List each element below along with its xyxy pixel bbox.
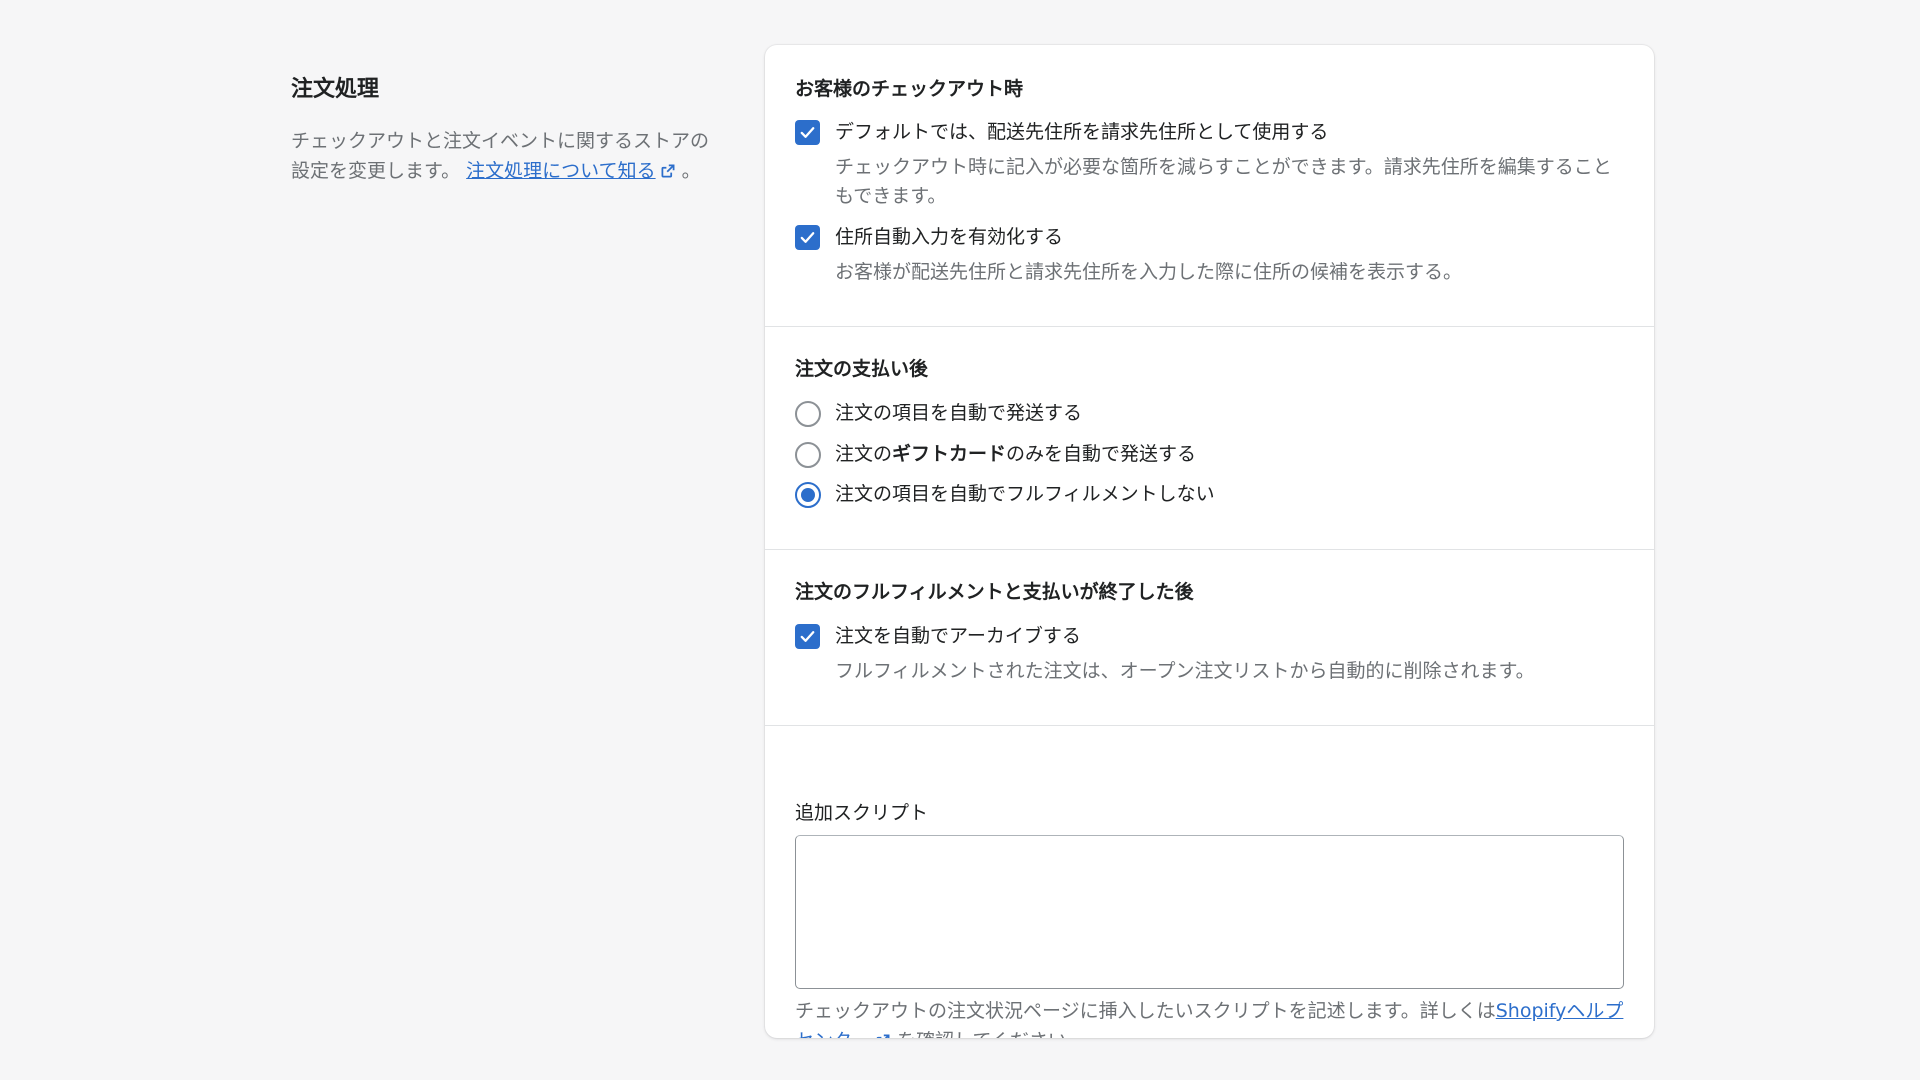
address-autocomplete-label: 住所自動入力を有効化する bbox=[835, 226, 1064, 248]
use-shipping-as-billing-help: チェックアウト時に記入が必要な箇所を減らすことができます。請求先住所を編集するこ… bbox=[835, 156, 1612, 207]
scripts-help-suffix: を確認してください。 bbox=[891, 1030, 1086, 1038]
after-payment-section: 注文の支払い後 注文の項目を自動で発送する 注文のギフトカードのみを自動で発送す… bbox=[765, 327, 1654, 550]
address-autocomplete-checkbox[interactable] bbox=[795, 225, 820, 250]
auto-fulfill-gift-cards-option[interactable]: 注文のギフトカードのみを自動で発送する bbox=[795, 439, 1624, 469]
external-link-icon bbox=[661, 164, 675, 178]
additional-scripts-label: 追加スクリプト bbox=[795, 802, 929, 824]
address-autocomplete-help: お客様が配送先住所と請求先住所を入力した際に住所の候補を表示する。 bbox=[835, 261, 1463, 283]
checkmark-icon bbox=[800, 127, 815, 138]
auto-archive-option[interactable]: 注文を自動でアーカイブする bbox=[795, 621, 1624, 651]
scripts-help-text: チェックアウトの注文状況ページに挿入したいスクリプトを記述します。詳しくは bbox=[795, 1000, 1496, 1022]
no-auto-fulfill-label: 注文の項目を自動でフルフィルメントしない bbox=[835, 483, 1215, 505]
section-annotation: 注文処理 チェックアウトと注文イベントに関するストアの設定を変更します。 注文処… bbox=[291, 75, 711, 186]
section-description: チェックアウトと注文イベントに関するストアの設定を変更します。 注文処理について… bbox=[291, 126, 711, 186]
use-shipping-as-billing-option[interactable]: デフォルトでは、配送先住所を請求先住所として使用する bbox=[795, 117, 1624, 147]
auto-fulfill-all-radio[interactable] bbox=[795, 401, 821, 427]
after-payment-section-title: 注文の支払い後 bbox=[795, 358, 929, 380]
additional-scripts-help: チェックアウトの注文状況ページに挿入したいスクリプトを記述します。詳しくはSho… bbox=[795, 996, 1624, 1038]
after-fulfillment-section-title: 注文のフルフィルメントと支払いが終了した後 bbox=[795, 581, 1194, 603]
auto-archive-help: フルフィルメントされた注文は、オープン注文リストから自動的に削除されます。 bbox=[835, 660, 1535, 682]
checkout-section: お客様のチェックアウト時 デフォルトでは、配送先住所を請求先住所として使用する … bbox=[765, 45, 1654, 327]
auto-archive-label: 注文を自動でアーカイブする bbox=[835, 625, 1081, 647]
checkout-section-title: お客様のチェックアウト時 bbox=[795, 78, 1024, 100]
additional-scripts-section: 追加スクリプト チェックアウトの注文状況ページに挿入したいスクリプトを記述します… bbox=[765, 726, 1654, 1038]
use-shipping-as-billing-label: デフォルトでは、配送先住所を請求先住所として使用する bbox=[835, 121, 1329, 143]
additional-scripts-textarea[interactable] bbox=[795, 835, 1624, 989]
auto-fulfill-gift-cards-radio[interactable] bbox=[795, 442, 821, 468]
settings-page: 注文処理 チェックアウトと注文イベントに関するストアの設定を変更します。 注文処… bbox=[0, 0, 1920, 1080]
address-autocomplete-option[interactable]: 住所自動入力を有効化する bbox=[795, 222, 1624, 252]
auto-fulfill-all-option[interactable]: 注文の項目を自動で発送する bbox=[795, 398, 1624, 428]
no-auto-fulfill-option[interactable]: 注文の項目を自動でフルフィルメントしない bbox=[795, 479, 1624, 509]
learn-more-link-label: 注文処理について知る bbox=[466, 160, 656, 182]
auto-archive-checkbox[interactable] bbox=[795, 624, 820, 649]
use-shipping-as-billing-checkbox[interactable] bbox=[795, 120, 820, 145]
no-auto-fulfill-radio[interactable] bbox=[795, 482, 821, 508]
order-processing-learn-more-link[interactable]: 注文処理について知る bbox=[466, 160, 675, 182]
description-suffix: 。 bbox=[681, 160, 701, 182]
auto-fulfill-gift-cards-label: 注文のギフトカードのみを自動で発送する bbox=[835, 443, 1197, 465]
external-link-icon bbox=[876, 1034, 890, 1038]
section-heading: 注文処理 bbox=[291, 77, 380, 102]
after-fulfillment-section: 注文のフルフィルメントと支払いが終了した後 注文を自動でアーカイブする フルフィ… bbox=[765, 550, 1654, 726]
checkmark-icon bbox=[800, 631, 815, 642]
order-processing-card: お客様のチェックアウト時 デフォルトでは、配送先住所を請求先住所として使用する … bbox=[765, 45, 1654, 1038]
checkmark-icon bbox=[800, 232, 815, 243]
auto-fulfill-all-label: 注文の項目を自動で発送する bbox=[835, 402, 1083, 424]
